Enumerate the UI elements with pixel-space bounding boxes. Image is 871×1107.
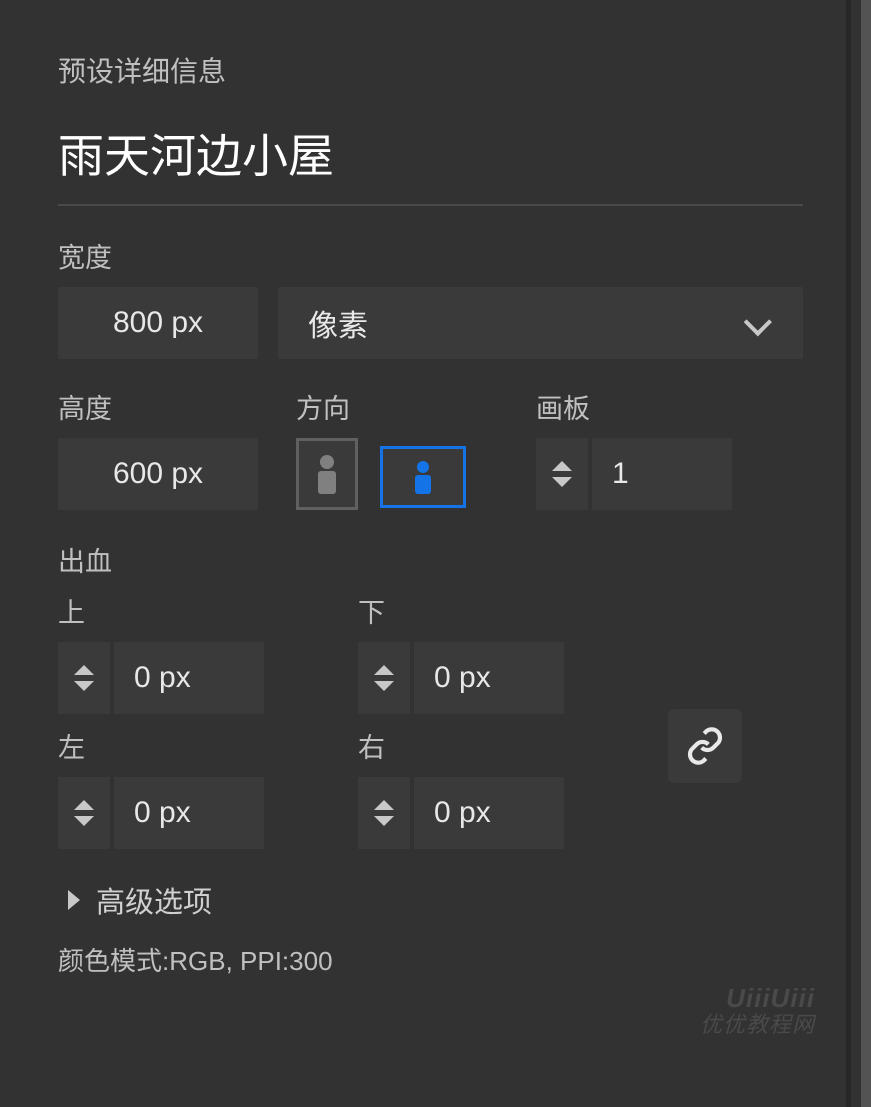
artboards-stepper-arrows[interactable] — [536, 438, 588, 510]
bleed-top-stepper[interactable]: 0 px — [58, 642, 348, 714]
advanced-options-label: 高级选项 — [96, 879, 212, 921]
width-input[interactable]: 800 px — [58, 287, 258, 359]
unit-selected: 像素 — [308, 301, 368, 345]
bleed-left-label: 左 — [58, 726, 348, 765]
preset-title-input[interactable]: 雨天河边小屋 — [58, 120, 803, 206]
advanced-options-toggle[interactable]: 高级选项 — [68, 879, 803, 921]
watermark: UiiiUiii 优优教程网 — [700, 984, 815, 1037]
bleed-section-label: 出血 — [58, 540, 803, 579]
arrow-down-icon — [374, 681, 394, 691]
height-label: 高度 — [58, 387, 276, 426]
artboards-value[interactable]: 1 — [592, 438, 732, 510]
bleed-top-arrows[interactable] — [58, 642, 110, 714]
orientation-landscape-button[interactable] — [380, 446, 466, 508]
arrow-up-icon — [374, 800, 394, 810]
arrow-down-icon — [74, 681, 94, 691]
arrow-down-icon — [552, 477, 572, 487]
bleed-left-value[interactable]: 0 px — [114, 777, 264, 849]
arrow-up-icon — [552, 461, 572, 471]
height-input[interactable]: 600 px — [58, 438, 258, 510]
watermark-line1: UiiiUiii — [700, 984, 815, 1013]
arrow-down-icon — [74, 816, 94, 826]
unit-dropdown[interactable]: 像素 — [278, 287, 803, 359]
bleed-top-label: 上 — [58, 591, 348, 630]
watermark-line2: 优优教程网 — [700, 1013, 815, 1037]
color-mode-summary: 颜色模式:RGB, PPI:300 — [58, 941, 803, 978]
width-label: 宽度 — [58, 236, 803, 275]
orientation-label: 方向 — [296, 387, 466, 426]
person-landscape-icon — [412, 460, 434, 494]
bleed-left-stepper[interactable]: 0 px — [58, 777, 348, 849]
bleed-bottom-arrows[interactable] — [358, 642, 410, 714]
artboards-label: 画板 — [536, 387, 732, 426]
orientation-portrait-button[interactable] — [296, 438, 358, 510]
bleed-bottom-stepper[interactable]: 0 px — [358, 642, 648, 714]
bleed-bottom-value[interactable]: 0 px — [414, 642, 564, 714]
bleed-right-arrows[interactable] — [358, 777, 410, 849]
chevron-down-icon — [745, 315, 773, 331]
bleed-left-arrows[interactable] — [58, 777, 110, 849]
bleed-right-stepper[interactable]: 0 px — [358, 777, 648, 849]
person-portrait-icon — [314, 454, 340, 494]
arrow-up-icon — [74, 800, 94, 810]
arrow-up-icon — [74, 665, 94, 675]
arrow-down-icon — [374, 816, 394, 826]
chevron-right-icon — [68, 890, 80, 910]
bleed-right-value[interactable]: 0 px — [414, 777, 564, 849]
arrow-up-icon — [374, 665, 394, 675]
bleed-top-value[interactable]: 0 px — [114, 642, 264, 714]
artboards-stepper[interactable]: 1 — [536, 438, 732, 510]
bleed-right-label: 右 — [358, 726, 648, 765]
link-bleed-button[interactable] — [668, 709, 742, 783]
link-icon — [685, 726, 725, 766]
section-label: 预设详细信息 — [58, 50, 803, 90]
bleed-bottom-label: 下 — [358, 591, 648, 630]
